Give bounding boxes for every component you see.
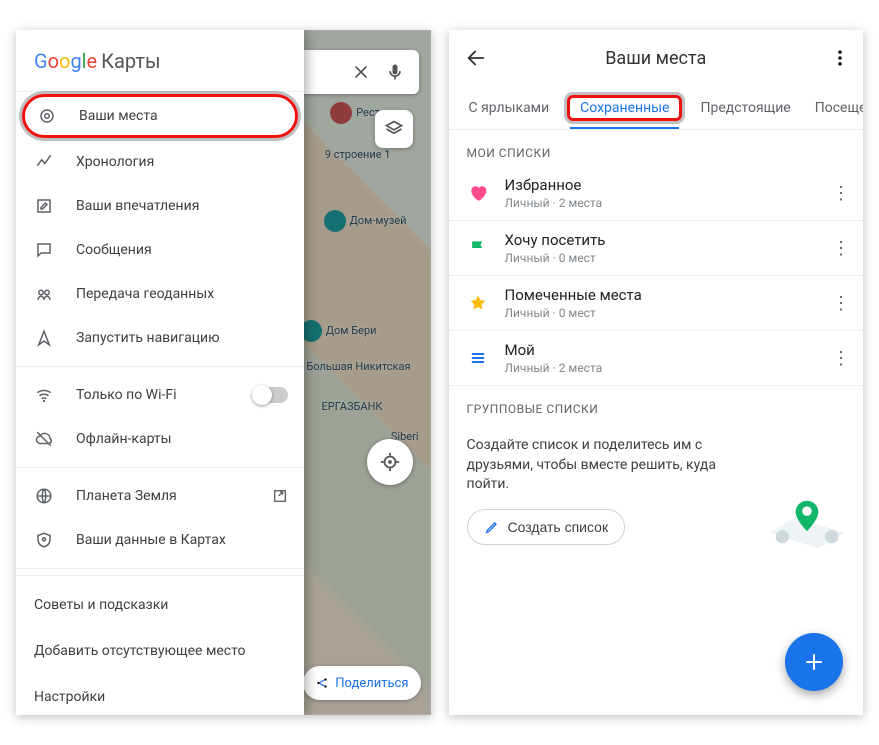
drawer-item-label: Планета Земля <box>76 488 177 504</box>
drawer-item-label: Передача геоданных <box>76 286 214 302</box>
share-chip[interactable]: Поделиться <box>303 666 420 700</box>
drawer-footer-item[interactable]: Советы и подсказки <box>16 582 304 628</box>
list-meta: Личный · 0 мест <box>505 306 808 320</box>
drawer-item-label: Сообщения <box>76 242 152 258</box>
drawer-item-chat[interactable]: Сообщения <box>16 228 304 272</box>
tabs-bar: С ярлыками Сохраненные Предстоящие Посещенн… <box>449 86 864 130</box>
shield-icon <box>34 530 54 550</box>
divider <box>16 467 304 468</box>
pin-outline-icon <box>37 106 57 126</box>
list-meta: Личный · 2 места <box>505 361 808 375</box>
list-more-button[interactable]: ⋮ <box>823 238 859 259</box>
list-name: Избранное <box>505 176 808 194</box>
drawer-item-nav-arrow[interactable]: Запустить навигацию <box>16 316 304 360</box>
drawer-item-timeline[interactable]: Хронология <box>16 140 304 184</box>
list-name: Мой <box>505 341 808 359</box>
group-hint-text: Создайте список и поделитесь им с друзья… <box>467 436 727 495</box>
divider <box>16 568 304 569</box>
saved-list-row[interactable]: Помеченные места Личный · 0 мест ⋮ <box>449 276 864 331</box>
drawer-item-edit-note[interactable]: Ваши впечатления <box>16 184 304 228</box>
tab-2[interactable]: Предстоящие <box>694 96 796 120</box>
page-title: Ваши места <box>449 48 864 69</box>
drawer-footer-item[interactable]: Настройки <box>16 674 304 715</box>
drawer-item-shield[interactable]: Ваши данные в Картах <box>16 518 304 562</box>
app-bar: Ваши места <box>449 30 864 86</box>
drawer-item-label: Ваши данные в Картах <box>76 532 226 548</box>
drawer-header: GoogleКарты <box>16 30 304 92</box>
mic-icon[interactable] <box>385 62 405 82</box>
timeline-icon <box>34 152 54 172</box>
section-my-lists: МОИ СПИСКИ <box>449 130 864 166</box>
drawer-item-label: Ваши впечатления <box>76 198 199 214</box>
drawer-item-label: Офлайн-карты <box>76 431 172 447</box>
pencil-icon <box>484 519 500 535</box>
tab-3[interactable]: Посещенные <box>809 96 863 120</box>
drawer-footer-item[interactable]: Добавить отсутствующее место <box>16 628 304 674</box>
create-list-button[interactable]: Создать список <box>467 509 626 545</box>
drawer-item-pin-outline[interactable]: Ваши места <box>22 94 298 138</box>
saved-list-row[interactable]: Хочу посетить Личный · 0 мест ⋮ <box>449 221 864 276</box>
globe-icon <box>34 486 54 506</box>
saved-list-row[interactable]: Избранное Личный · 2 места ⋮ <box>449 166 864 221</box>
chat-icon <box>34 240 54 260</box>
star-icon <box>467 293 489 313</box>
group-lists-empty: Создайте список и поделитесь им с друзья… <box>449 422 864 559</box>
list-name: Помеченные места <box>505 286 808 304</box>
nav-arrow-icon <box>34 328 54 348</box>
wifi-only-toggle[interactable] <box>254 387 288 403</box>
drawer-item-label: Хронология <box>76 154 154 170</box>
tab-0[interactable]: С ярлыками <box>463 96 556 120</box>
drawer-item-label: Ваши места <box>79 108 158 124</box>
nav-drawer: GoogleКарты Ваши места Хронология Ваши впе… <box>16 30 304 715</box>
list-more-button[interactable]: ⋮ <box>823 293 859 314</box>
flag-icon <box>467 238 489 258</box>
tab-1[interactable]: Сохраненные <box>567 95 682 121</box>
more-options-button[interactable] <box>823 41 857 75</box>
wifi-icon <box>34 385 54 405</box>
create-list-label: Создать список <box>508 519 609 535</box>
launch-icon <box>272 488 288 504</box>
shared-list-illustration <box>769 495 845 551</box>
divider <box>16 575 304 576</box>
section-group-lists: ГРУППОВЫЕ СПИСКИ <box>449 386 864 422</box>
fab-new-list[interactable] <box>785 633 843 691</box>
drawer-item-wifi[interactable]: Только по Wi-Fi <box>16 373 304 417</box>
locate-me-button[interactable] <box>367 439 413 485</box>
divider <box>16 366 304 367</box>
layers-button[interactable] <box>375 110 413 148</box>
close-icon[interactable] <box>351 62 371 82</box>
drawer-item-location-share[interactable]: Передача геоданных <box>16 272 304 316</box>
location-share-icon <box>34 284 54 304</box>
cloud-off-icon <box>34 429 54 449</box>
drawer-item-globe[interactable]: Планета Земля <box>16 474 304 518</box>
edit-note-icon <box>34 196 54 216</box>
list-icon <box>467 350 489 366</box>
device-right: Ваши места С ярлыками Сохраненные Предстоя… <box>449 30 864 715</box>
list-more-button[interactable]: ⋮ <box>823 348 859 369</box>
list-name: Хочу посетить <box>505 231 808 249</box>
logo-google-maps: GoogleКарты <box>34 49 160 73</box>
share-chip-label: Поделиться <box>335 676 408 691</box>
heart-icon <box>467 183 489 203</box>
drawer-item-label: Запустить навигацию <box>76 330 220 346</box>
saved-list-row[interactable]: Мой Личный · 2 места ⋮ <box>449 331 864 386</box>
drawer-item-cloud-off[interactable]: Офлайн-карты <box>16 417 304 461</box>
drawer-item-label: Только по Wi-Fi <box>76 387 177 403</box>
device-left: Ресторан 9 строение 1 Дом Бери Большая Н… <box>16 30 431 715</box>
list-more-button[interactable]: ⋮ <box>823 183 859 204</box>
list-meta: Личный · 0 мест <box>505 251 808 265</box>
list-meta: Личный · 2 места <box>505 196 808 210</box>
